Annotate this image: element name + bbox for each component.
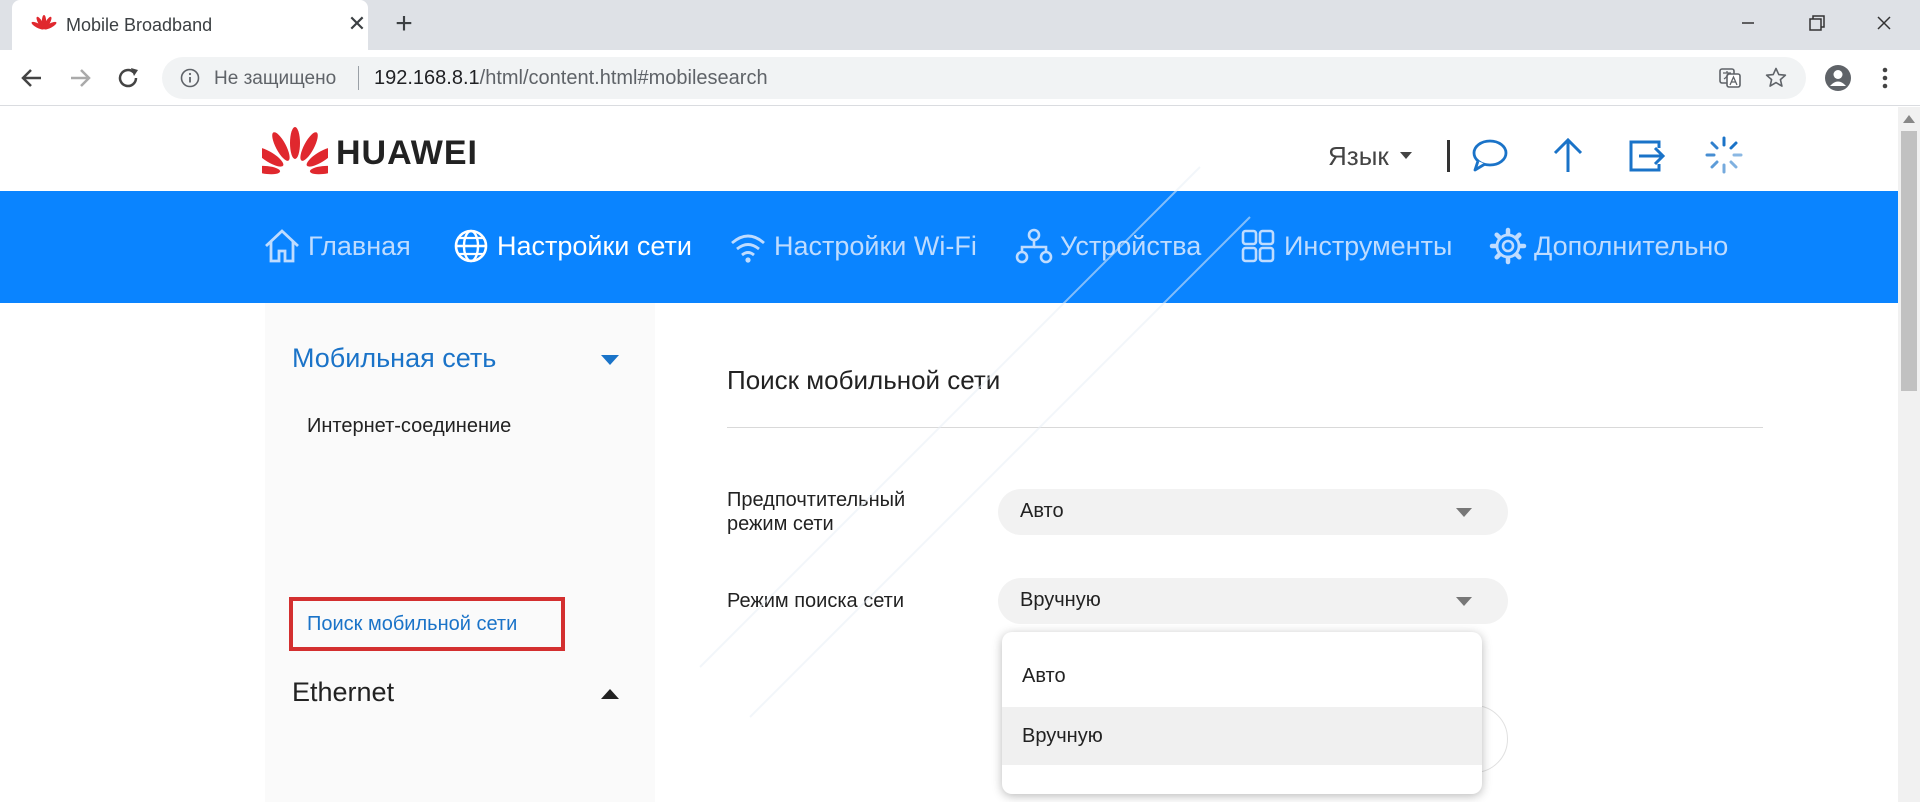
url-path: /html/content.html#mobilesearch	[479, 67, 768, 89]
nav-network-settings[interactable]: Настройки сети	[451, 221, 692, 271]
language-caret-icon[interactable]	[1400, 152, 1412, 160]
preferred-mode-label: Предпочтительный режим сети	[727, 488, 905, 536]
preferred-mode-label-line1: Предпочтительный	[727, 489, 906, 511]
chevron-down-icon	[1456, 597, 1472, 606]
page-scrollbar[interactable]	[1898, 107, 1920, 802]
scroll-up-arrow-icon[interactable]	[1903, 115, 1915, 123]
browser-toolbar: Не защищено 192.168.8.1/html/content.htm…	[0, 50, 1920, 106]
sidebar-group-ethernet[interactable]: Ethernet	[292, 677, 394, 708]
search-mode-label: Режим поиска сети	[727, 590, 905, 612]
nav-advanced-label: Дополнительно	[1534, 230, 1729, 261]
header-divider	[1447, 140, 1450, 172]
main-navigation: Главная Настройки сети Настройки Wi-Fi У…	[0, 191, 1898, 303]
nav-advanced[interactable]: Дополнительно	[1488, 221, 1728, 271]
huawei-flower-logo-icon	[262, 127, 328, 175]
dropdown-option-auto[interactable]: Авто	[1002, 647, 1482, 705]
new-tab-button[interactable]: +	[388, 9, 420, 40]
logout-icon[interactable]	[1625, 134, 1667, 176]
caret-down-icon[interactable]	[601, 355, 619, 365]
gear-icon	[1489, 227, 1527, 265]
url-separator	[358, 66, 359, 90]
nav-network-settings-label: Настройки сети	[497, 230, 692, 261]
search-mode-value: Вручную	[1020, 589, 1101, 611]
home-icon	[265, 229, 299, 263]
tab-close-icon[interactable]: ✕	[344, 11, 370, 37]
wifi-icon	[731, 234, 765, 263]
loading-spinner-icon	[1705, 136, 1743, 174]
language-selector[interactable]: Язык	[1328, 141, 1389, 172]
nav-tools[interactable]: Инструменты	[1238, 221, 1452, 271]
huawei-favicon-icon	[31, 15, 57, 30]
search-mode-dropdown: Авто Вручную	[1002, 632, 1482, 794]
address-bar[interactable]: Не защищено 192.168.8.1/html/content.htm…	[162, 57, 1806, 99]
translate-icon[interactable]	[1718, 66, 1742, 90]
sidebar-item-internet-connection[interactable]: Интернет-соединение	[307, 415, 511, 438]
nav-wifi-settings-label: Настройки Wi-Fi	[774, 230, 977, 261]
minimize-icon[interactable]	[1728, 8, 1768, 38]
preferred-mode-select[interactable]: Авто	[998, 489, 1508, 535]
huawei-logo[interactable]: HUAWEI	[262, 125, 482, 181]
back-arrow-icon[interactable]	[16, 62, 48, 94]
dropdown-option-label: Вручную	[1022, 725, 1103, 747]
nav-devices-label: Устройства	[1060, 230, 1202, 261]
nav-wifi-settings[interactable]: Настройки Wi-Fi	[728, 221, 977, 271]
caret-up-icon[interactable]	[601, 689, 619, 699]
reload-icon[interactable]	[112, 62, 144, 94]
messages-icon[interactable]	[1469, 134, 1511, 176]
nav-devices[interactable]: Устройства	[1014, 221, 1201, 271]
browser-menu-icon[interactable]	[1870, 63, 1900, 93]
preferred-mode-value: Авто	[1020, 500, 1064, 522]
chevron-down-icon	[1456, 508, 1472, 517]
tools-icon	[1241, 229, 1275, 263]
info-icon[interactable]	[180, 68, 200, 88]
devices-icon	[1015, 228, 1053, 264]
bookmark-star-icon[interactable]	[1764, 66, 1788, 90]
router-web-page: HUAWEI Язык Главная Настройки сети Настр…	[0, 107, 1898, 802]
forward-arrow-icon[interactable]	[64, 62, 96, 94]
dropdown-option-manual[interactable]: Вручную	[1002, 707, 1482, 765]
browser-tab[interactable]: Mobile Broadband ✕	[12, 0, 368, 50]
nav-home-label: Главная	[308, 230, 411, 261]
nav-home[interactable]: Главная	[262, 221, 411, 271]
close-window-icon[interactable]	[1864, 8, 1904, 38]
sidebar-group-mobile-network[interactable]: Мобильная сеть	[292, 343, 496, 374]
url-host: 192.168.8.1	[374, 67, 480, 89]
huawei-wordmark: HUAWEI	[336, 134, 478, 172]
page-title: Поиск мобильной сети	[727, 365, 1001, 395]
nav-tools-label: Инструменты	[1284, 230, 1453, 261]
scrollbar-thumb[interactable]	[1901, 131, 1917, 391]
sidebar: Мобильная сеть Интернет-соединение Поиск…	[265, 303, 655, 802]
url-text[interactable]: 192.168.8.1/html/content.html#mobilesear…	[374, 67, 768, 90]
title-divider	[727, 427, 1763, 428]
dropdown-option-label: Авто	[1022, 665, 1066, 687]
sidebar-item-mobile-network-search[interactable]: Поиск мобильной сети	[307, 613, 517, 636]
preferred-mode-label-line2: режим сети	[727, 513, 834, 535]
update-upload-icon[interactable]	[1547, 134, 1589, 176]
security-status[interactable]: Не защищено	[214, 68, 336, 90]
restore-icon[interactable]	[1796, 8, 1836, 38]
browser-tab-bar: Mobile Broadband ✕ +	[0, 0, 1920, 50]
globe-icon	[454, 229, 488, 263]
profile-avatar-icon[interactable]	[1823, 63, 1853, 93]
tab-title: Mobile Broadband	[66, 15, 213, 35]
search-mode-select[interactable]: Вручную	[998, 578, 1508, 624]
